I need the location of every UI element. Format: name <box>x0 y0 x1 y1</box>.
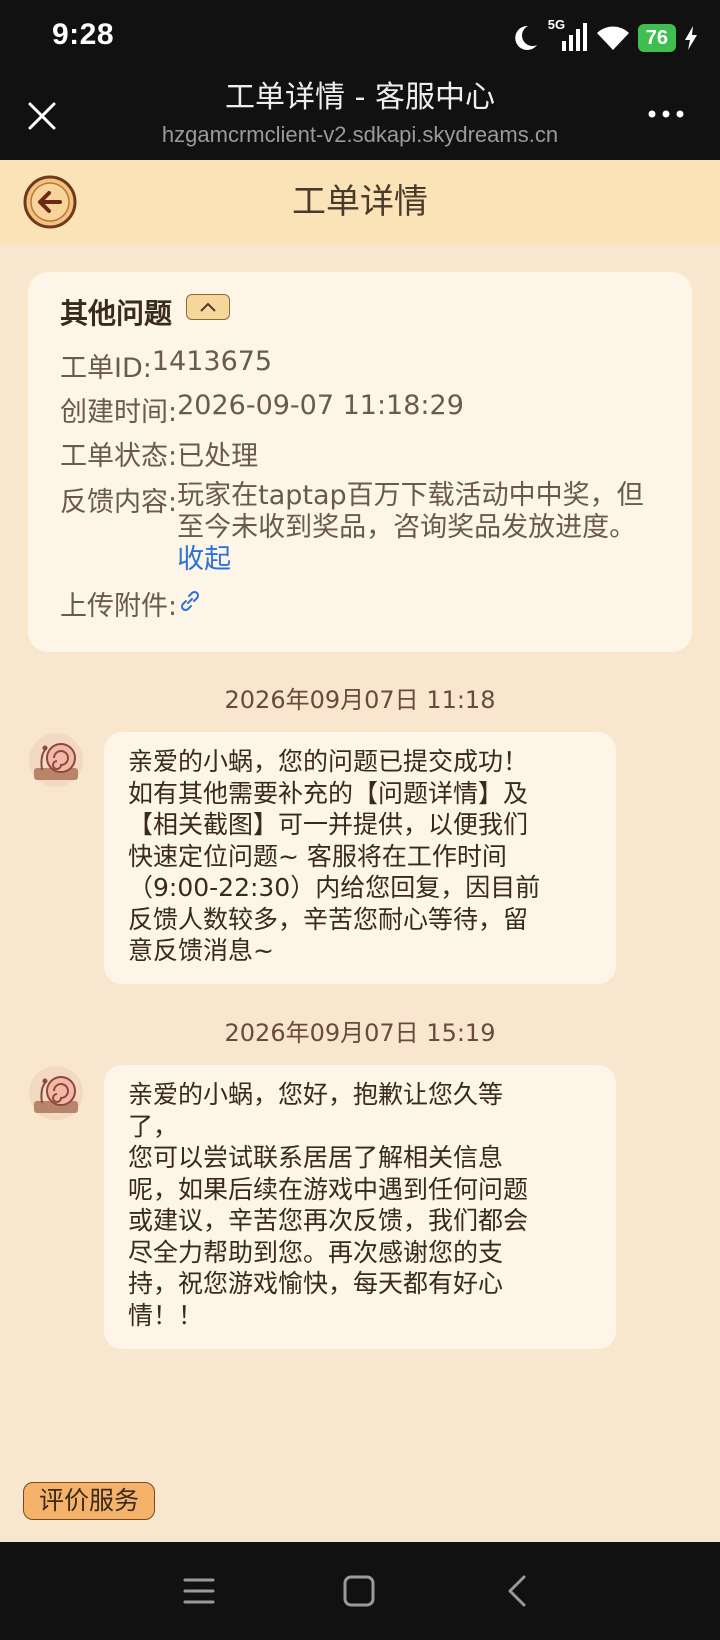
message-timestamp: 2026年09月07日 15:19 <box>224 1019 496 1047</box>
network-label: 5G <box>547 17 566 32</box>
back-chevron-icon[interactable] <box>502 1574 532 1608</box>
status-icons: 5G 76 <box>510 17 698 56</box>
feedback-text: 玩家在taptap百万下载活动中中奖，但至今未收到奖品，咨询奖品发放进度。 <box>177 480 644 543</box>
ticket-id-label: 工单ID: <box>60 353 152 384</box>
ticket-status-label: 工单状态: <box>60 441 178 472</box>
created-time-value: 2026-09-07 11:18:29 <box>177 390 464 421</box>
attachment-label: 上传附件: <box>60 591 178 622</box>
snail-avatar-icon <box>29 733 83 787</box>
ticket-id-row: 工单ID: 1413675 <box>60 346 272 385</box>
link-icon[interactable] <box>177 588 203 614</box>
feedback-content-row: 反馈内容: 玩家在taptap百万下载活动中中奖，但至今未收到奖品，咨询奖品发放… <box>60 480 649 576</box>
ticket-category: 其他问题 <box>60 297 173 330</box>
collapse-link[interactable]: 收起 <box>177 544 649 576</box>
system-nav-bar <box>0 1542 720 1640</box>
home-square-icon[interactable] <box>342 1574 376 1608</box>
signal-icon: 5G <box>548 17 588 53</box>
attachment-row: 上传附件: <box>60 584 203 623</box>
message-bubble: 亲爱的小蜗，您的问题已提交成功！ 如有其他需要补充的【问题详情】及 【相关截图】… <box>104 732 616 984</box>
snail-avatar-icon <box>29 1066 83 1120</box>
ticket-id-value: 1413675 <box>151 346 273 377</box>
message-timestamp: 2026年09月07日 11:18 <box>224 686 496 714</box>
browser-title-bar: 工单详情 - 客服中心 hzgamcrmclient-v2.sdkapi.sky… <box>0 78 720 160</box>
more-icon[interactable] <box>646 104 686 124</box>
status-bar: 9:28 5G 76 <box>0 0 720 78</box>
rate-service-button[interactable]: 评价服务 <box>23 1482 155 1520</box>
created-time-row: 创建时间: 2026-09-07 11:18:29 <box>60 390 464 429</box>
created-time-label: 创建时间: <box>60 397 178 428</box>
ticket-card: 其他问题 工单ID: 1413675 创建时间: 2026-09-07 11:1… <box>28 272 692 652</box>
feedback-content-label: 反馈内容: <box>60 487 178 518</box>
status-time: 9:28 <box>52 18 115 51</box>
chevron-up-icon <box>200 302 216 312</box>
charging-icon <box>684 26 698 50</box>
page-url: hzgamcrmclient-v2.sdkapi.skydreams.cn <box>161 122 559 147</box>
page-title: 工单详情 - 客服中心 <box>225 80 495 115</box>
collapse-toggle-button[interactable] <box>186 294 230 320</box>
feedback-content-value: 玩家在taptap百万下载活动中中奖，但至今未收到奖品，咨询奖品发放进度。 收起 <box>177 480 649 576</box>
message-bubble: 亲爱的小蜗，您好，抱歉让您久等 了， 您可以尝试联系居居了解相关信息 呢，如果后… <box>104 1065 616 1349</box>
wifi-icon <box>596 24 630 52</box>
battery-level: 76 <box>637 24 676 52</box>
app-header: 工单详情 <box>0 160 720 244</box>
ticket-status-row: 工单状态: 已处理 <box>60 434 258 473</box>
moon-icon <box>510 23 540 53</box>
menu-icon[interactable] <box>182 1576 216 1606</box>
header-title: 工单详情 <box>292 182 428 222</box>
ticket-status-value: 已处理 <box>177 441 259 472</box>
